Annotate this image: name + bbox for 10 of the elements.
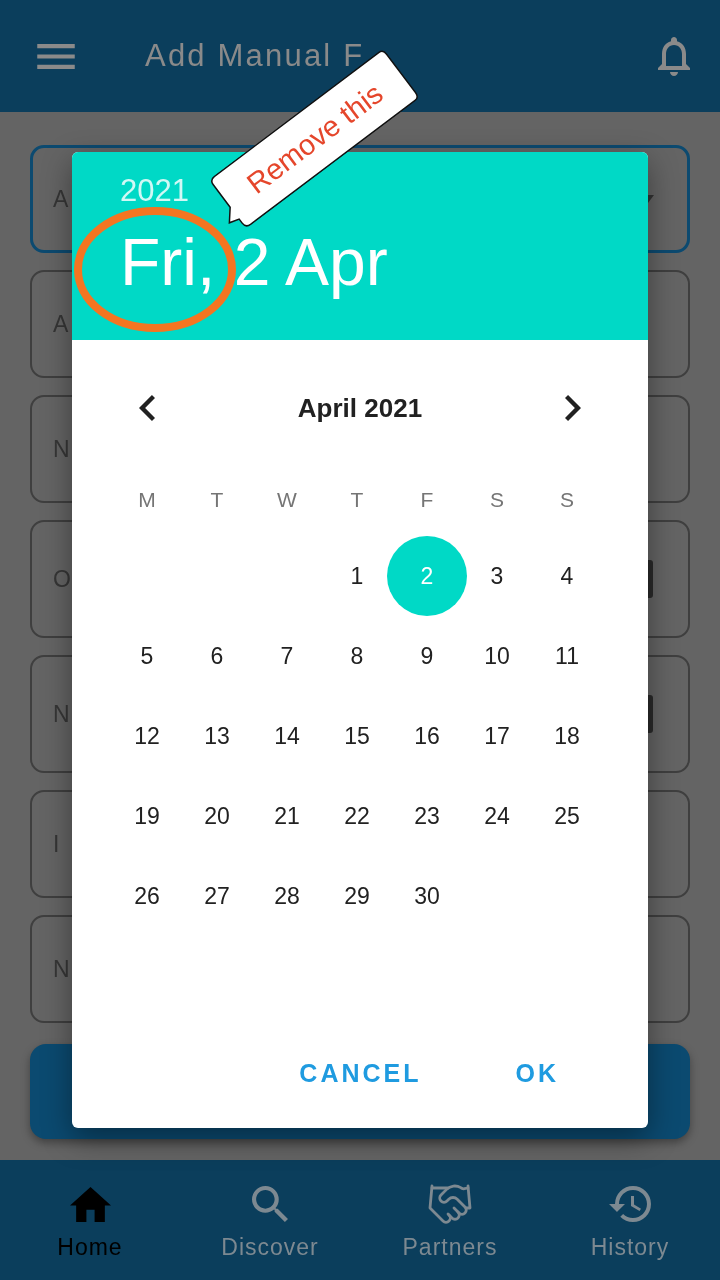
weekday-label: F: [420, 487, 434, 513]
weekday-label: S: [560, 487, 574, 513]
weekday-label: T: [350, 487, 364, 513]
weekday-label: M: [138, 487, 156, 513]
month-title: April 2021: [297, 392, 423, 424]
weekday-label: T: [210, 487, 224, 513]
weekday-label: W: [277, 487, 297, 513]
selected-date: Fri, 2 Apr: [120, 224, 388, 300]
screen-title: Add Manual F: [145, 38, 365, 74]
weekday-label: S: [490, 487, 504, 513]
